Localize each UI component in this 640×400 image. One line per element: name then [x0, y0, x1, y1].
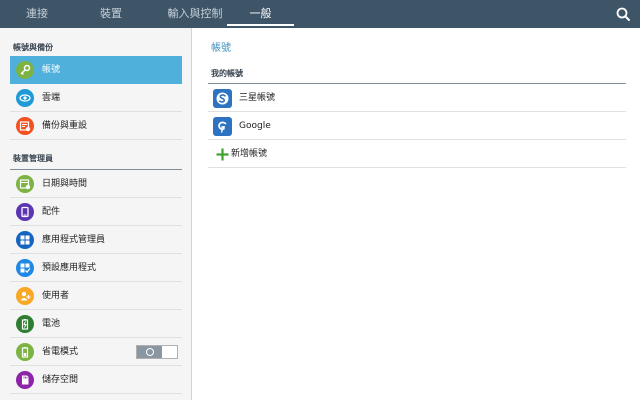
account-item-label: Google: [239, 121, 271, 131]
sidebar-item-accessories[interactable]: 配件: [10, 198, 182, 226]
settings-sidebar[interactable]: 帳號與備份 帳號 雲端 備份與重設 裝置管理員 日期與時間 配件 應用程式管理員…: [0, 28, 192, 400]
account-item-label: 三星帳號: [239, 93, 276, 103]
google-icon: [213, 117, 232, 136]
search-icon: [616, 7, 630, 21]
account-item-label: 新增帳號: [231, 149, 268, 159]
power-saving-toggle[interactable]: [136, 345, 178, 359]
search-button[interactable]: [612, 4, 634, 24]
sidebar-item-accounts[interactable]: 帳號: [10, 56, 182, 84]
sidebar-item-label: 省電模式: [42, 347, 79, 357]
sidebar-item-users[interactable]: 使用者: [10, 282, 182, 310]
grid-icon: [16, 231, 34, 249]
sidebar-item-label: 儲存空間: [42, 375, 79, 385]
samsung-account-icon: [213, 89, 232, 108]
sidebar-item-cloud[interactable]: 雲端: [10, 84, 182, 112]
battery-icon: [16, 315, 34, 333]
tab-device[interactable]: 裝置: [86, 0, 136, 28]
sidebar-item-date-time[interactable]: 日期與時間: [10, 170, 182, 198]
toggle-knob: [146, 348, 154, 356]
key-icon: [16, 61, 34, 79]
account-item-google[interactable]: Google: [208, 112, 626, 140]
top-tab-bar: 連接 裝置 輸入與控制 一般: [0, 0, 640, 28]
calendar-icon: [16, 175, 34, 193]
sidebar-item-power-saving[interactable]: 省電模式: [10, 338, 182, 366]
sidebar-item-backup-reset[interactable]: 備份與重設: [10, 112, 182, 140]
account-item-samsung[interactable]: 三星帳號: [208, 84, 626, 112]
sidebar-item-label: 日期與時間: [42, 179, 88, 189]
sidebar-item-label: 使用者: [42, 291, 70, 301]
sidebar-item-label: 雲端: [42, 93, 61, 103]
active-tab-indicator: [227, 24, 294, 26]
sidebar-item-label: 帳號: [42, 65, 61, 75]
sidebar-item-label: 電池: [42, 319, 61, 329]
eye-icon: [16, 89, 34, 107]
sidebar-item-label: 配件: [42, 207, 61, 217]
sidebar-item-storage[interactable]: 儲存空間: [10, 366, 182, 394]
sidebar-item-default-applications[interactable]: 預設應用程式: [10, 254, 182, 282]
sidebar-item-battery[interactable]: 電池: [10, 310, 182, 338]
add-account-button[interactable]: 新增帳號: [208, 140, 626, 168]
backup-icon: [16, 117, 34, 135]
section-header-device-manager: 裝置管理員: [10, 152, 182, 170]
accessory-icon: [16, 203, 34, 221]
user-icon: [16, 287, 34, 305]
power-saving-icon: [16, 343, 34, 361]
sidebar-item-application-manager[interactable]: 應用程式管理員: [10, 226, 182, 254]
storage-icon: [16, 371, 34, 389]
default-app-icon: [16, 259, 34, 277]
page-title: 帳號: [211, 43, 231, 54]
sidebar-item-label: 預設應用程式: [42, 263, 97, 273]
section-header-my-accounts: 我的帳號: [208, 68, 626, 84]
plus-icon: [213, 145, 232, 164]
sidebar-item-label: 備份與重設: [42, 121, 88, 131]
tab-connections[interactable]: 連接: [12, 0, 62, 28]
sidebar-item-label: 應用程式管理員: [42, 235, 106, 245]
